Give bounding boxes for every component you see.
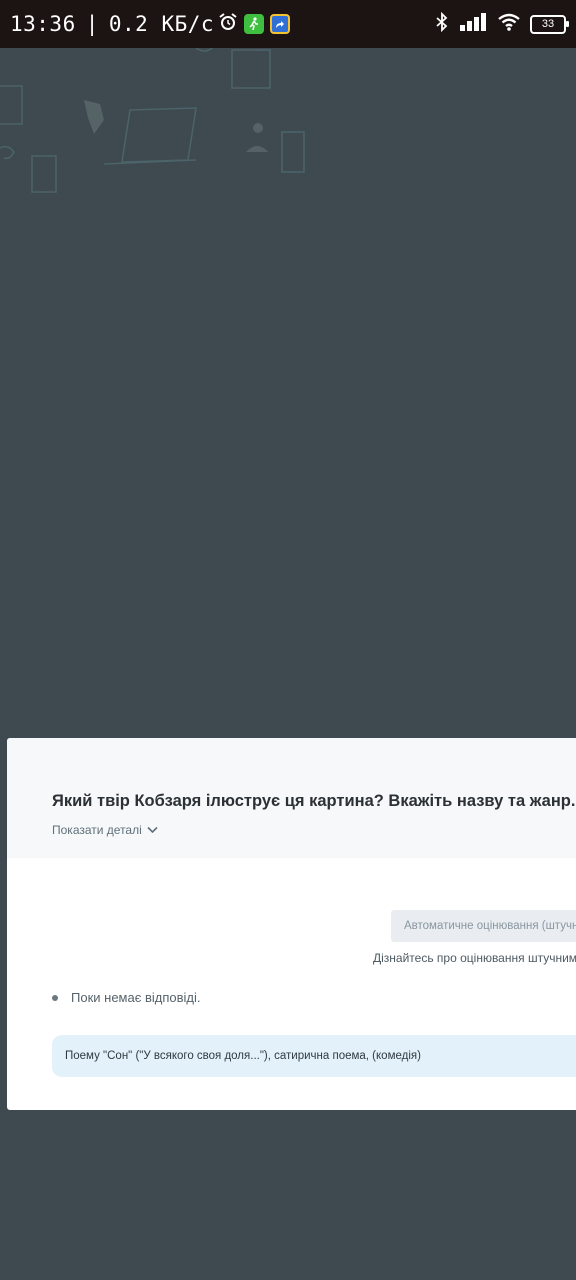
- walk-app-icon: [244, 14, 265, 34]
- alarm-icon: [218, 12, 238, 37]
- bullet-icon: [52, 994, 58, 1001]
- suggested-answer: Поему "Сон" ("У всякого своя доля..."), …: [52, 1035, 576, 1077]
- question-title: Який твір Кобзаря ілюструє ця картина? В…: [52, 792, 576, 810]
- question-header: Який твір Кобзаря ілюструє ця картина? В…: [7, 738, 576, 858]
- share-app-icon: [270, 14, 291, 34]
- status-separator: |: [85, 12, 99, 36]
- auto-grading-button[interactable]: Автоматичне оцінювання (штучн: [391, 910, 576, 942]
- bluetooth-icon: [434, 11, 450, 37]
- signal-icon: [460, 12, 488, 36]
- show-details-label: Показати деталі: [52, 823, 142, 837]
- battery-level: 33: [541, 18, 555, 30]
- wifi-icon: [498, 13, 520, 36]
- question-panel: Який твір Кобзаря ілюструє ця картина? В…: [7, 738, 576, 1110]
- empty-answer-state: Поки немає відповіді.: [52, 990, 201, 1005]
- empty-answer-text: Поки немає відповіді.: [71, 990, 201, 1005]
- battery-icon: 33: [530, 14, 569, 34]
- status-time: 13:36: [10, 12, 76, 36]
- status-bar: 13:36 | 0.2 КБ/с 33: [0, 0, 576, 48]
- show-details-toggle[interactable]: Показати деталі: [52, 823, 158, 837]
- learn-about-ai-grading-link[interactable]: Дізнайтесь про оцінювання штучним і: [373, 951, 576, 965]
- chevron-down-icon: [147, 823, 158, 837]
- background-illustration: [0, 48, 305, 193]
- network-speed: 0.2 КБ/с: [108, 12, 215, 36]
